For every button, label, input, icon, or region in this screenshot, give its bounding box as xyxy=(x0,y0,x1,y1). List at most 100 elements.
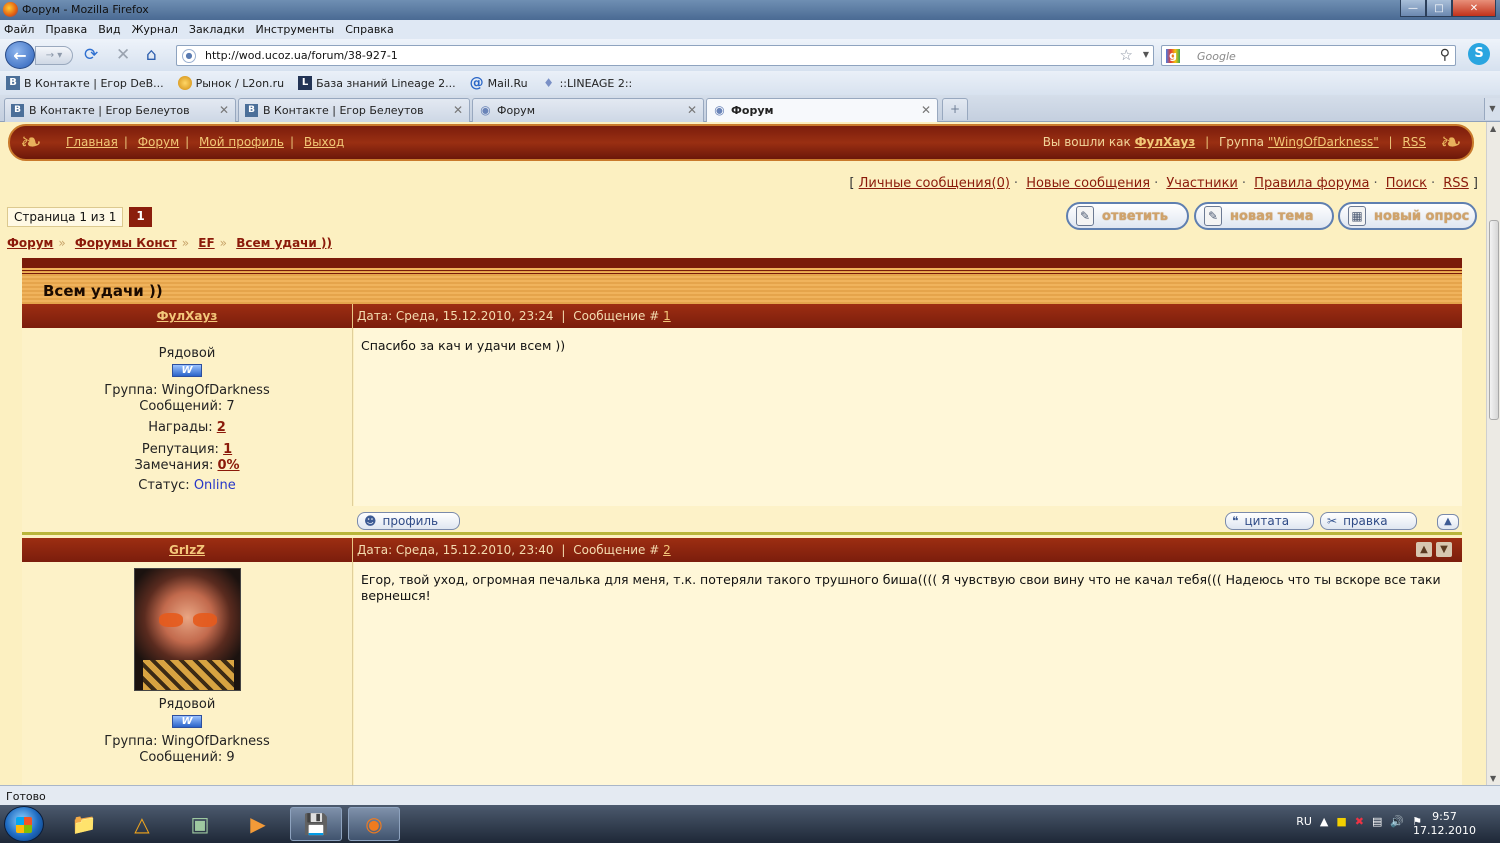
reputation-link[interactable]: 1 xyxy=(223,442,232,457)
post-number-link[interactable]: 1 xyxy=(663,309,671,323)
search-link[interactable]: Поиск xyxy=(1386,176,1427,191)
menu-bookmarks[interactable]: Закладки xyxy=(189,23,245,36)
user-group: Группа: WingOfDarkness xyxy=(104,383,270,398)
search-icon[interactable]: ⚲ xyxy=(1440,47,1450,63)
bookmark-star-icon[interactable]: ☆ xyxy=(1120,46,1133,64)
forward-button[interactable]: → ▾ xyxy=(35,46,73,65)
members-link[interactable]: Участники xyxy=(1166,176,1238,191)
bookmark-mailru[interactable]: @ Mail.Ru xyxy=(470,76,528,90)
group-link[interactable]: "WingOfDarkness" xyxy=(1268,135,1379,149)
bookmark-lineage2[interactable]: ♦::LINEAGE 2:: xyxy=(542,76,632,90)
post-header: ФулХауз Дата: Среда, 15.12.2010, 23:24 |… xyxy=(22,304,1462,328)
skype-icon[interactable]: S xyxy=(1468,43,1490,65)
taskbar-explorer[interactable]: 📁 xyxy=(58,807,110,841)
post-number-link[interactable]: 2 xyxy=(663,543,671,557)
tab-vk-2[interactable]: B В Контакте | Егор Белеутов ✕ xyxy=(238,98,470,122)
new-poll-button[interactable]: ▦ новый опрос xyxy=(1338,202,1477,230)
search-placeholder[interactable]: Google xyxy=(1197,50,1236,63)
maximize-button[interactable]: □ xyxy=(1426,0,1452,17)
warnings-link[interactable]: 0% xyxy=(217,458,239,473)
menu-view[interactable]: Вид xyxy=(98,23,120,36)
volume-icon[interactable]: 🔊 xyxy=(1390,815,1404,828)
profile-button[interactable]: ☻ профиль xyxy=(357,512,460,530)
minimize-button[interactable]: — xyxy=(1400,0,1426,17)
address-bar[interactable]: ● http://wod.ucoz.ua/forum/38-927-1 ☆ ▼ xyxy=(176,45,1154,66)
close-tab-icon[interactable]: ✕ xyxy=(921,103,931,117)
back-button[interactable]: ← xyxy=(5,41,35,69)
new-messages-link[interactable]: Новые сообщения xyxy=(1026,176,1150,191)
url-dropdown-icon[interactable]: ▼ xyxy=(1143,50,1149,59)
post-footer: ☻ профиль ❝ цитата ✂ правка ▲ xyxy=(22,506,1462,535)
taskbar-firefox[interactable]: ◉ xyxy=(348,807,400,841)
breadcrumb-topic[interactable]: Всем удачи )) xyxy=(236,236,332,250)
post-number-label: Сообщение # xyxy=(573,309,660,323)
tray-app-icon[interactable]: ■ xyxy=(1336,815,1346,828)
google-icon[interactable]: g xyxy=(1166,49,1180,63)
close-window-button[interactable]: ✕ xyxy=(1452,0,1496,17)
author-link[interactable]: ФулХауз xyxy=(157,309,218,323)
menu-history[interactable]: Журнал xyxy=(132,23,178,36)
menu-file[interactable]: Файл xyxy=(4,23,34,36)
scroll-up-icon[interactable]: ▲ xyxy=(1490,124,1496,133)
taskbar-media[interactable]: ▶ xyxy=(232,807,284,841)
tab-list-button[interactable]: ▼ xyxy=(1484,98,1500,120)
menu-help[interactable]: Справка xyxy=(345,23,393,36)
edit-button[interactable]: ✂ правка xyxy=(1320,512,1417,530)
rss-feed-link[interactable]: RSS xyxy=(1443,176,1469,191)
menu-tools[interactable]: Инструменты xyxy=(256,23,335,36)
bookmark-l2on[interactable]: Рынок / L2on.ru xyxy=(177,76,284,90)
thumbs-down-icon[interactable]: ▼ xyxy=(1436,542,1452,557)
taskbar-save-app[interactable]: 💾 xyxy=(290,807,342,841)
language-indicator[interactable]: RU xyxy=(1296,815,1312,828)
private-messages-link[interactable]: Личные сообщения(0) xyxy=(859,176,1010,191)
drop-icon: ♦ xyxy=(543,76,554,90)
new-topic-label: новая тема xyxy=(1230,208,1314,224)
network-icon[interactable]: ▤ xyxy=(1372,815,1382,828)
reload-icon[interactable]: ⟳ xyxy=(84,46,98,64)
address-url[interactable]: http://wod.ucoz.ua/forum/38-927-1 xyxy=(205,49,398,62)
taskbar-aimp[interactable]: △ xyxy=(116,807,168,841)
quote-button[interactable]: ❝ цитата xyxy=(1225,512,1314,530)
nav-forum-link[interactable]: Форум xyxy=(138,135,179,149)
home-icon[interactable]: ⌂ xyxy=(146,46,157,64)
breadcrumb-subforum[interactable]: EF xyxy=(198,236,214,250)
site-identity-icon[interactable]: ● xyxy=(182,49,196,63)
rss-link[interactable]: RSS xyxy=(1402,135,1426,149)
close-tab-icon[interactable]: ✕ xyxy=(453,103,463,117)
stop-icon[interactable]: ✕ xyxy=(116,46,130,64)
close-tab-icon[interactable]: ✕ xyxy=(687,103,697,117)
vertical-scrollbar[interactable]: ▲ ▼ xyxy=(1486,122,1500,785)
tray-expand-icon[interactable]: ▲ xyxy=(1320,815,1328,828)
thumbs-up-icon[interactable]: ▲ xyxy=(1416,542,1432,557)
current-user-link[interactable]: ФулХауз xyxy=(1135,135,1196,149)
bookmark-vk[interactable]: B В Контакте | Егор DeB... xyxy=(6,76,164,90)
forum-top-nav: ❧ Главная | Форум | Мой профиль | Выход Вы … xyxy=(8,124,1474,161)
tab-forum-active[interactable]: ◉ Форум ✕ xyxy=(706,98,938,123)
nav-logout-link[interactable]: Выход xyxy=(304,135,344,149)
nav-home-link[interactable]: Главная xyxy=(66,135,118,149)
tab-forum-1[interactable]: ◉ Форум ✕ xyxy=(472,98,704,122)
clock[interactable]: 9:57 17.12.2010 xyxy=(1413,810,1476,838)
nav-profile-link[interactable]: Мой профиль xyxy=(199,135,284,149)
reply-button[interactable]: ✎ ответить xyxy=(1066,202,1189,230)
breadcrumb-forum[interactable]: Форум xyxy=(7,236,53,250)
scroll-down-icon[interactable]: ▼ xyxy=(1490,774,1496,783)
antivirus-icon[interactable]: ✖ xyxy=(1355,815,1364,828)
bookmark-lineage-kb[interactable]: L База знаний Lineage 2... xyxy=(298,76,456,90)
menu-edit[interactable]: Правка xyxy=(45,23,87,36)
post-date: Дата: Среда, 15.12.2010, 23:40 xyxy=(357,543,554,557)
new-topic-button[interactable]: ✎ новая тема xyxy=(1194,202,1334,230)
close-tab-icon[interactable]: ✕ xyxy=(219,103,229,117)
forum-rules-link[interactable]: Правила форума xyxy=(1254,176,1369,191)
breadcrumb-section[interactable]: Форумы Конст xyxy=(75,236,177,250)
search-bar[interactable]: g Google ⚲ xyxy=(1161,45,1456,66)
awards-link[interactable]: 2 xyxy=(217,420,226,435)
start-button[interactable] xyxy=(4,806,44,842)
page-1-link[interactable]: 1 xyxy=(129,207,152,227)
scrollbar-thumb[interactable] xyxy=(1489,220,1499,420)
scroll-top-button[interactable]: ▲ xyxy=(1437,514,1459,530)
new-tab-button[interactable]: + xyxy=(942,98,968,120)
author-link[interactable]: GrIzZ xyxy=(169,543,205,557)
tab-vk-1[interactable]: B В Контакте | Егор Белеутов ✕ xyxy=(4,98,236,122)
taskbar-monitor[interactable]: ▣ xyxy=(174,807,226,841)
